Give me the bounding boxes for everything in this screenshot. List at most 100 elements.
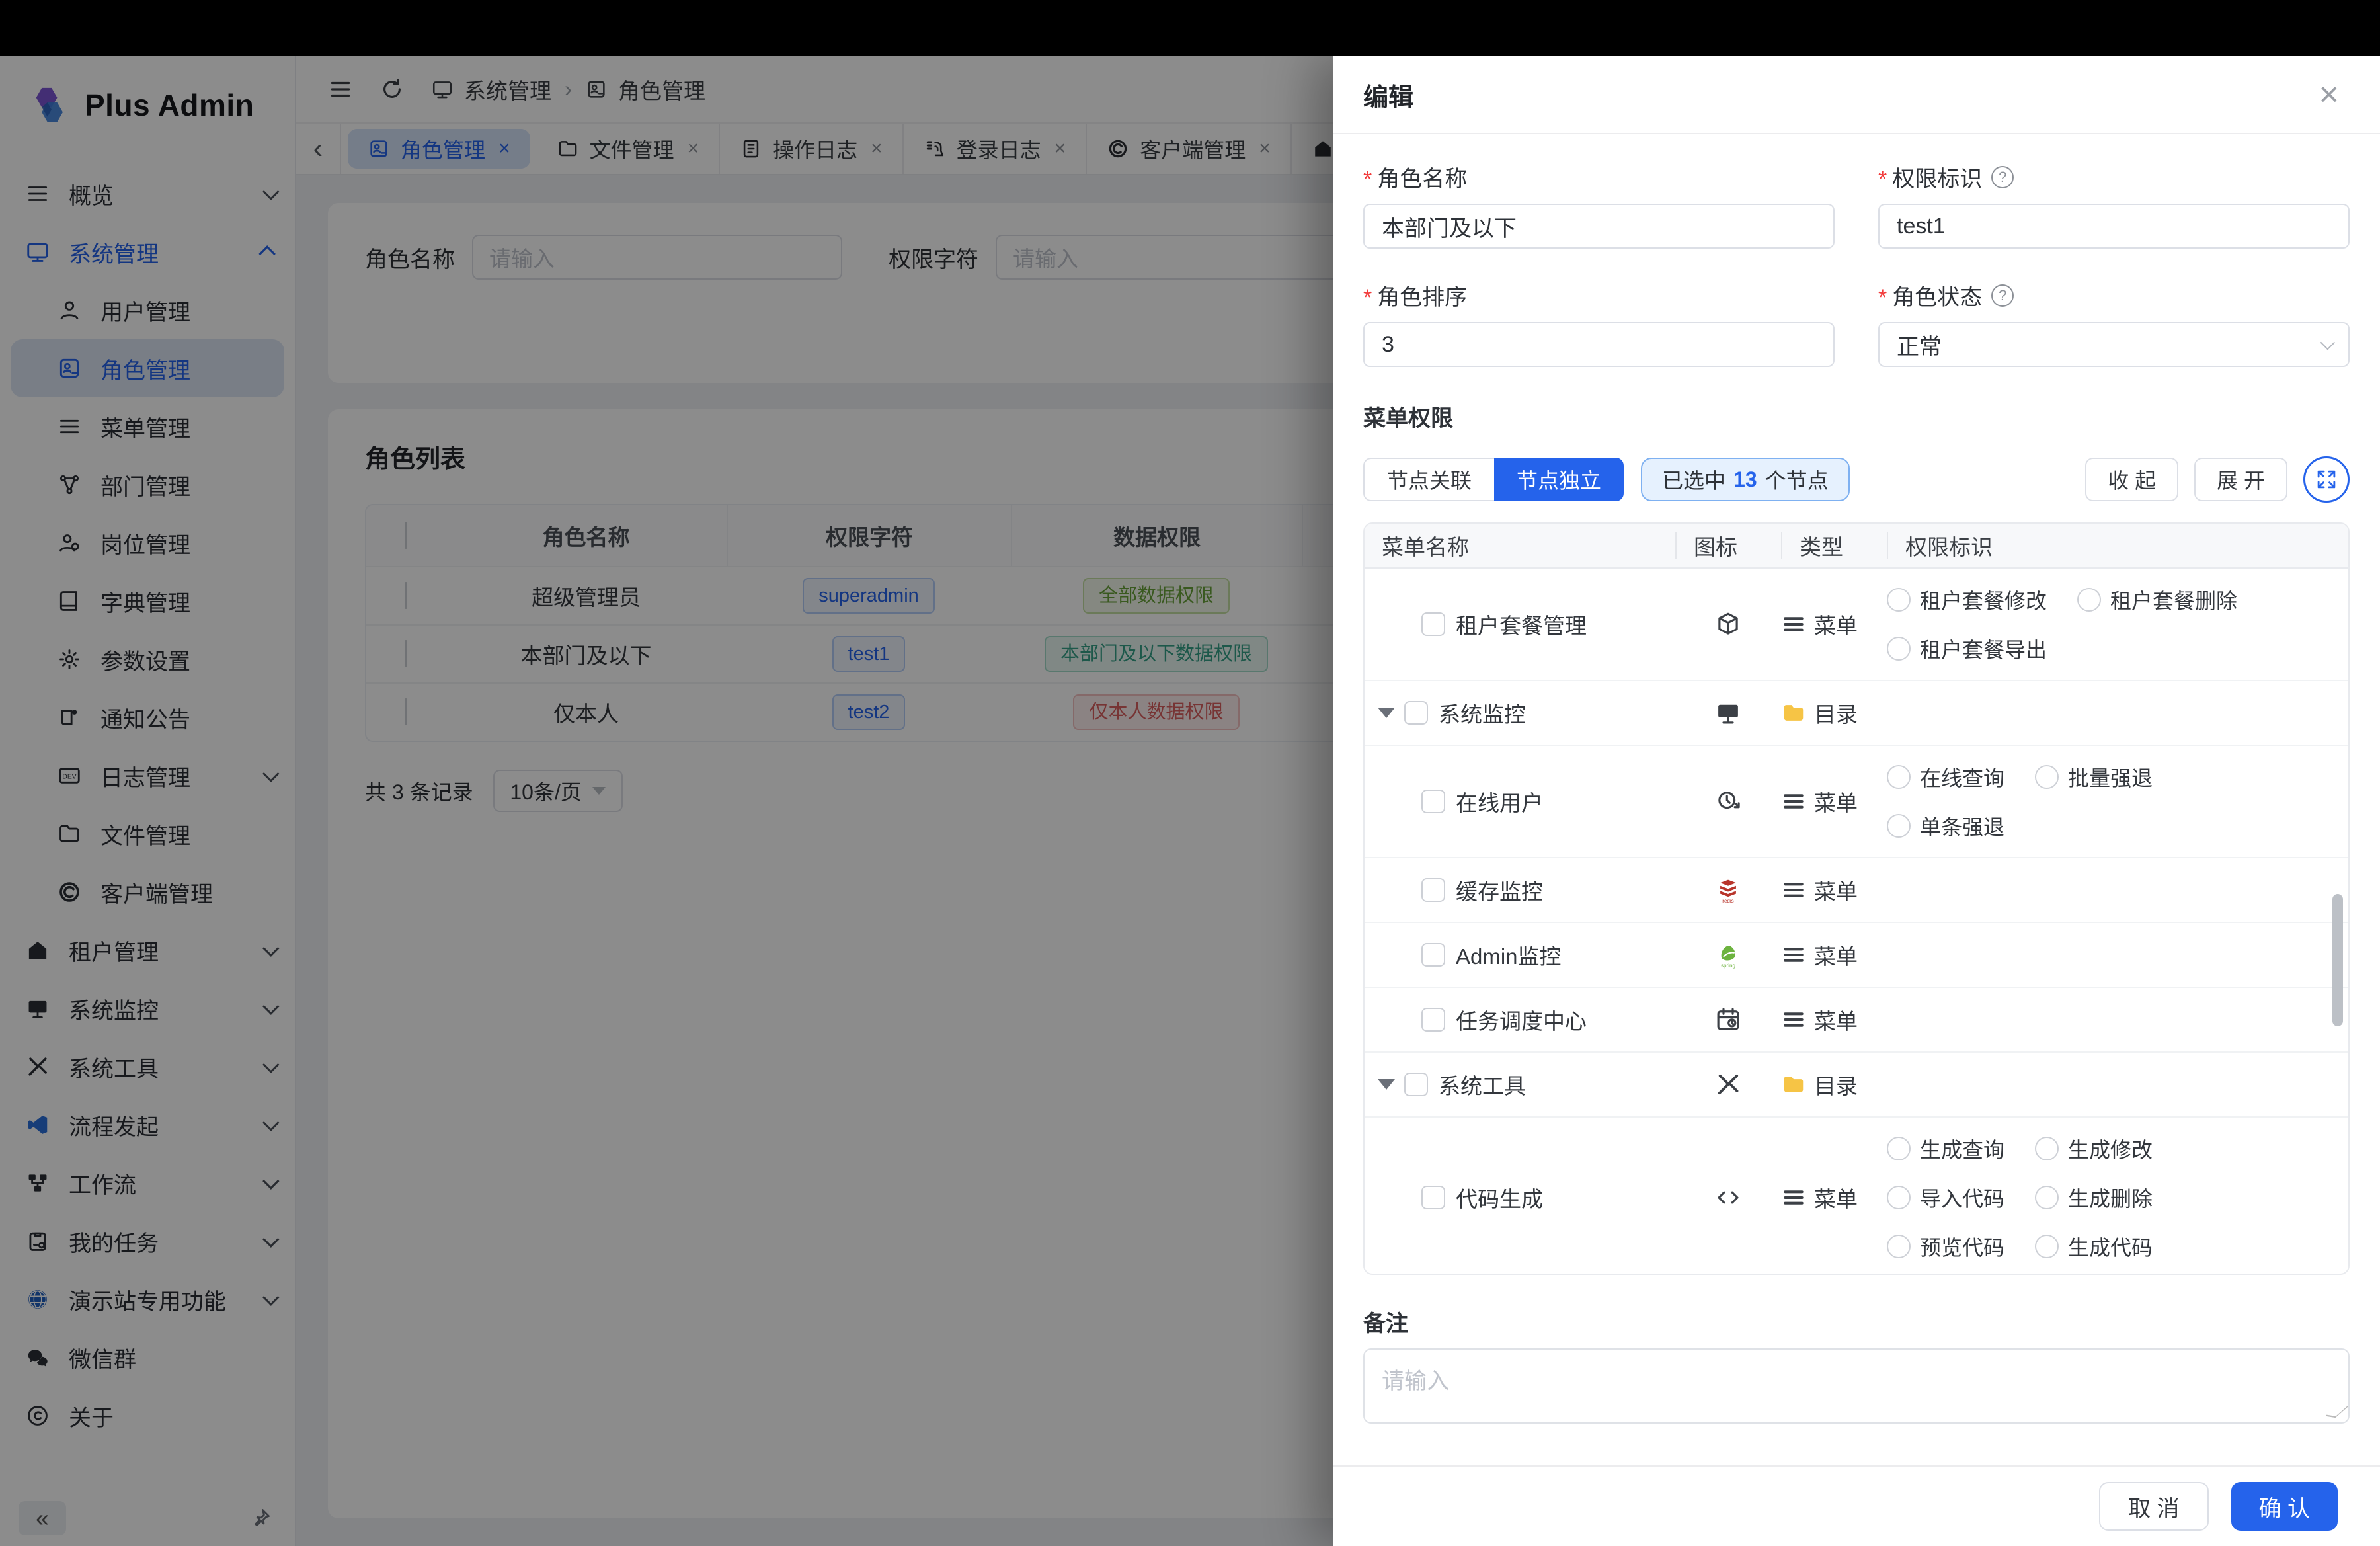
expand-arrow-icon[interactable] [1378,1079,1395,1090]
node-type: 菜单 [1781,608,1887,640]
tree-row[interactable]: 系统工具 目录 [1365,1053,2348,1118]
perm-checkbox[interactable] [2077,588,2101,612]
perm-list: 在线查询 批量强退 [1887,762,2348,841]
field-input[interactable]: 正常 [1878,322,2350,367]
menu-perm-toolbar: 节点关联 节点独立 已选中 13 个节点 收 起 展 开 [1363,456,2350,503]
perm-label: 在线查询 [1920,762,2004,792]
tree-row[interactable]: 缓存监控 redis 菜单 [1365,858,2348,923]
tree-body: 租户套餐管理 菜单 [1365,569,2348,1275]
perm-item[interactable]: 租户套餐删除 [2077,585,2237,615]
perm-checkbox[interactable] [1887,637,1911,661]
confirm-button[interactable]: 确 认 [2231,1482,2338,1531]
note-textarea[interactable]: 请输入 [1363,1348,2350,1424]
perm-item[interactable]: 租户套餐导出 [1887,633,2047,664]
node-checkbox[interactable] [1404,701,1428,725]
perm-item[interactable]: 租户套餐修改 [1887,585,2047,615]
form-field: * 权限标识 ? test1 [1878,161,2350,249]
field-label: 角色排序 [1377,279,1467,311]
perm-label: 租户套餐删除 [2110,585,2237,615]
field-label: 角色名称 [1377,161,1467,193]
perm-item[interactable]: 生成修改 [2035,1133,2153,1164]
node-checkbox[interactable] [1404,1073,1428,1096]
perm-item[interactable]: 生成代码 [2035,1231,2153,1262]
drawer-title: 编辑 [1363,77,1413,113]
node-linked-button[interactable]: 节点关联 [1363,458,1494,501]
perm-item[interactable]: 单条强退 [1887,811,2004,841]
collapse-all-button[interactable]: 收 起 [2085,458,2178,501]
tree-row[interactable]: Admin监控 spring 菜单 [1365,923,2348,988]
perm-checkbox[interactable] [2035,1137,2059,1160]
menu-type-icon [1781,1185,1806,1210]
perm-checkbox[interactable] [1887,1186,1911,1209]
tree-row[interactable]: 系统监控 目录 [1365,681,2348,746]
perm-checkbox[interactable] [1887,1235,1911,1258]
node-type: 菜单 [1781,1004,1887,1036]
node-checkbox[interactable] [1421,612,1445,636]
node-mode-segmented: 节点关联 节点独立 [1363,458,1624,501]
perm-label: 批量强退 [2068,762,2153,792]
perm-list: 生成查询 生成修改 [1887,1133,2348,1262]
node-label: 系统监控 [1439,697,1526,729]
field-value: 3 [1382,332,1394,358]
expand-arrow-icon[interactable] [1378,708,1395,718]
menu-tree-table: 菜单名称 图标 类型 权限标识 租户套餐管理 [1363,522,2350,1275]
perm-checkbox[interactable] [2035,765,2059,789]
perm-checkbox[interactable] [1887,588,1911,612]
tree-row[interactable]: 代码生成 菜单 [1365,1118,2348,1275]
node-checkbox[interactable] [1421,943,1445,967]
perm-label: 预览代码 [1920,1231,2004,1262]
field-input[interactable]: 本部门及以下 [1363,204,1835,249]
perm-label: 单条强退 [1920,811,2004,841]
node-type-label: 菜单 [1814,1004,1858,1036]
field-input[interactable]: test1 [1878,204,2350,249]
menu-type-icon [1781,1007,1806,1032]
node-type-label: 菜单 [1814,786,1858,817]
node-type-label: 目录 [1814,697,1858,729]
expand-all-button[interactable]: 展 开 [2194,458,2287,501]
svg-text:redis: redis [1722,898,1733,904]
perm-item[interactable]: 生成删除 [2035,1182,2153,1213]
perm-item[interactable]: 导入代码 [1887,1182,2004,1213]
close-icon[interactable]: × [2319,77,2339,112]
fullscreen-icon[interactable] [2303,456,2350,503]
node-checkbox[interactable] [1421,1008,1445,1032]
perm-item[interactable]: 生成查询 [1887,1133,2004,1164]
node-type-label: 目录 [1814,1069,1858,1100]
node-type-label: 菜单 [1814,874,1858,906]
column-header: 图标 [1675,532,1781,559]
chevron-down-icon [2320,335,2336,350]
tree-row[interactable]: 在线用户 菜单 [1365,746,2348,858]
node-label: 在线用户 [1456,786,1543,817]
perm-item[interactable]: 批量强退 [2035,762,2153,792]
node-type: 目录 [1781,697,1887,729]
perm-checkbox[interactable] [2035,1235,2059,1258]
menu-type-icon [1781,789,1806,814]
node-type: 菜单 [1781,1182,1887,1213]
node-checkbox[interactable] [1421,790,1445,813]
cancel-button[interactable]: 取 消 [2099,1482,2208,1531]
perm-label: 导入代码 [1920,1182,2004,1213]
node-checkbox[interactable] [1421,1186,1445,1209]
edit-form: * 角色名称 ? 本部门及以下 * 权限标识 [1363,161,2350,367]
node-type: 菜单 [1781,939,1887,971]
perm-item[interactable]: 在线查询 [1887,762,2004,792]
node-independent-button[interactable]: 节点独立 [1494,458,1624,501]
perm-checkbox[interactable] [2035,1186,2059,1209]
top-black-band [0,0,2380,56]
menu-type-icon [1781,942,1806,967]
perm-checkbox[interactable] [1887,765,1911,789]
tree-row[interactable]: 任务调度中心 菜单 [1365,988,2348,1053]
perm-label: 生成删除 [2068,1182,2153,1213]
menu-type-icon [1781,612,1806,637]
code-icon [1675,1184,1781,1211]
tree-row[interactable]: 租户套餐管理 菜单 [1365,569,2348,681]
perm-label: 生成查询 [1920,1133,2004,1164]
menu-type-icon [1781,877,1806,903]
perm-item[interactable]: 预览代码 [1887,1231,2004,1262]
node-label: 系统工具 [1439,1069,1526,1100]
node-checkbox[interactable] [1421,878,1445,902]
perm-checkbox[interactable] [1887,1137,1911,1160]
scrollbar-thumb[interactable] [2332,894,2343,1026]
perm-checkbox[interactable] [1887,814,1911,838]
field-input[interactable]: 3 [1363,322,1835,367]
